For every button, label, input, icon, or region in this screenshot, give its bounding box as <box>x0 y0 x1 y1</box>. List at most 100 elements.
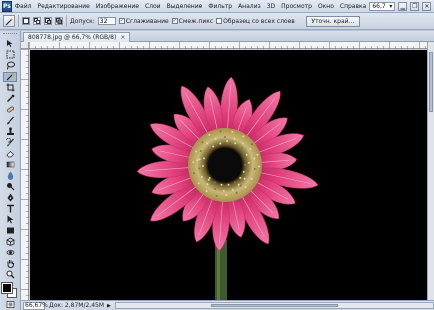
pollen-dot <box>245 153 248 156</box>
image-canvas[interactable] <box>30 50 427 300</box>
foreground-color-swatch[interactable] <box>1 282 13 294</box>
refine-edge-button[interactable]: Уточн. край... <box>305 15 360 27</box>
pollen-dot <box>199 150 202 152</box>
3d-orbit-tool-icon[interactable] <box>3 247 17 257</box>
pollen-dot <box>231 130 234 133</box>
ruler-origin[interactable] <box>21 42 29 49</box>
status-zoom-field[interactable]: 66,67% <box>23 301 48 310</box>
pollen-dot <box>220 183 223 186</box>
add-to-selection-icon[interactable] <box>33 17 41 25</box>
pollen-dot <box>239 176 242 179</box>
brush-tool-icon[interactable] <box>3 116 17 126</box>
move-tool-icon[interactable] <box>3 39 17 49</box>
flower-core <box>208 148 242 182</box>
antialias-checkbox[interactable]: ✓ Сглаживание <box>118 17 169 25</box>
close-button[interactable]: ✕ <box>422 1 432 11</box>
document-tab[interactable]: 808778.jpg @ 66,7% (RGB/8) × <box>23 32 131 42</box>
restore-button[interactable]: ❐ <box>410 1 420 11</box>
eyedropper-tool-icon[interactable] <box>3 94 17 104</box>
dodge-tool-icon[interactable] <box>3 181 17 191</box>
tolerance-input[interactable] <box>97 17 116 25</box>
pen-tool-icon[interactable] <box>3 192 17 202</box>
type-tool-icon[interactable] <box>3 203 17 213</box>
pollen-dot <box>193 172 196 175</box>
gerbera-flower-image <box>136 76 319 300</box>
pollen-dot <box>250 177 253 180</box>
pollen-dot <box>207 178 210 181</box>
photoshop-logo: Ps <box>2 0 12 12</box>
lasso-tool-icon[interactable] <box>3 61 17 71</box>
pollen-dot <box>257 165 260 168</box>
pollen-dot <box>225 193 228 196</box>
path-selection-tool-icon[interactable] <box>3 214 17 224</box>
menu-3d[interactable]: 3D <box>264 3 278 10</box>
pollen-dot <box>196 159 199 162</box>
contiguous-checkbox[interactable]: ✓ Смеж.пикс <box>171 18 213 25</box>
menu-filter[interactable]: Фильтр <box>205 3 235 10</box>
pollen-dot <box>233 137 236 140</box>
pollen-dot <box>235 191 238 194</box>
quick-mask-mode-icon[interactable] <box>3 300 17 310</box>
hand-tool-icon[interactable] <box>3 258 17 268</box>
panel-grip[interactable] <box>3 33 17 36</box>
horizontal-ruler[interactable] <box>29 42 427 49</box>
shape-tool-icon[interactable] <box>3 225 17 235</box>
clone-stamp-tool-icon[interactable] <box>3 127 17 137</box>
pollen-dot <box>224 136 226 138</box>
menu-view[interactable]: Просмотр <box>278 3 315 10</box>
pollen-dot <box>214 188 217 191</box>
crop-tool-icon[interactable] <box>3 83 17 93</box>
horizontal-scroll-thumb[interactable] <box>211 304 338 307</box>
vertical-ruler[interactable] <box>21 49 29 300</box>
menu-file[interactable]: Файл <box>12 3 35 10</box>
pollen-dot <box>203 157 206 160</box>
eraser-tool-icon[interactable] <box>3 149 17 159</box>
play-arrow-icon[interactable]: ▶ <box>107 303 111 309</box>
pollen-dot <box>226 140 229 143</box>
pollen-dot <box>205 190 208 193</box>
menu-edit[interactable]: Редактирование <box>34 3 92 10</box>
separator <box>18 15 19 27</box>
zoom-tool-icon[interactable] <box>3 269 17 279</box>
magic-wand-tool-icon[interactable] <box>3 71 17 82</box>
menu-image[interactable]: Изображение <box>93 3 142 10</box>
menu-help[interactable]: Справка <box>337 3 369 10</box>
zoom-level-field[interactable]: 66,7 ▾ <box>369 1 396 11</box>
new-selection-icon[interactable] <box>22 17 30 25</box>
3d-rotate-tool-icon[interactable] <box>3 236 17 246</box>
antialias-label: Сглаживание <box>125 17 169 25</box>
vertical-scroll-thumb[interactable] <box>429 52 433 112</box>
pollen-dot <box>206 142 209 145</box>
minimize-button[interactable]: ▁ <box>398 1 408 11</box>
pollen-dot <box>219 130 222 133</box>
healing-brush-tool-icon[interactable] <box>3 105 17 115</box>
sample-all-layers-checkbox[interactable]: Образец со всех слоев <box>216 18 295 25</box>
menu-analysis[interactable]: Анализ <box>235 3 264 10</box>
marquee-tool-icon[interactable] <box>3 50 17 60</box>
vertical-ruler-ticks <box>21 49 29 296</box>
magic-wand-preset-icon[interactable] <box>3 15 15 27</box>
menu-select[interactable]: Выделение <box>164 3 206 10</box>
blur-tool-icon[interactable] <box>3 170 17 180</box>
history-brush-tool-icon[interactable] <box>3 138 17 148</box>
pollen-dot <box>239 184 242 187</box>
pollen-dot <box>206 150 209 153</box>
menu-window[interactable]: Окно <box>315 3 337 10</box>
gradient-tool-icon[interactable] <box>3 160 17 170</box>
close-icon[interactable]: × <box>120 34 125 41</box>
subtract-from-selection-icon[interactable] <box>44 17 52 25</box>
color-swatches[interactable] <box>1 282 18 299</box>
tolerance-label: Допуск: <box>70 17 95 25</box>
horizontal-scrollbar[interactable] <box>114 302 434 309</box>
pollen-dot <box>226 142 229 145</box>
document-window: 808778.jpg @ 66,7% (RGB/8) × 66,67% Док:… <box>21 31 434 310</box>
pollen-dot <box>227 183 230 186</box>
pollen-dot <box>212 145 215 148</box>
intersect-selection-icon[interactable] <box>55 17 63 25</box>
vertical-scrollbar[interactable] <box>427 42 434 300</box>
pollen-dot <box>208 176 211 179</box>
pollen-dot <box>242 170 245 173</box>
menu-layers[interactable]: Слои <box>142 3 164 10</box>
pollen-dot <box>192 161 195 164</box>
pollen-dot <box>253 157 256 160</box>
